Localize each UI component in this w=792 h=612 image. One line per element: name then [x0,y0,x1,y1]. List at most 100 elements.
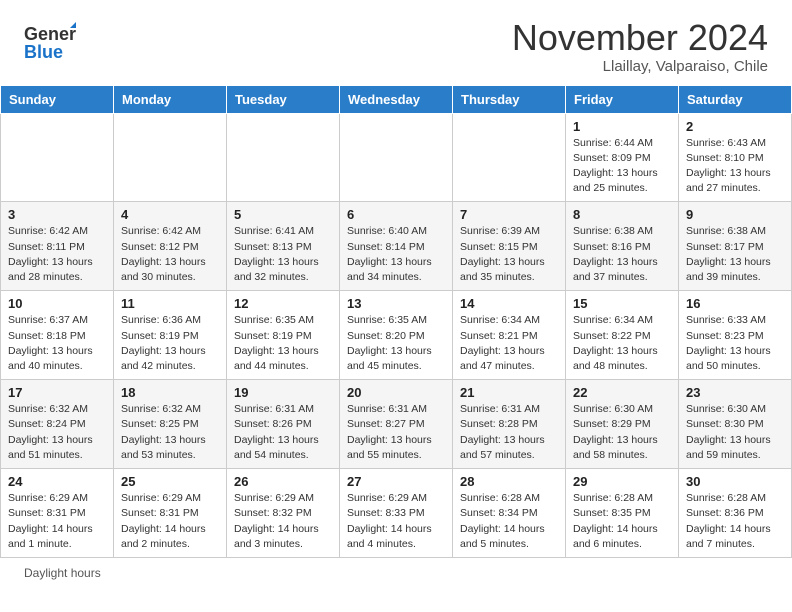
calendar-cell [227,113,340,202]
calendar-week-1: 1 Sunrise: 6:44 AM Sunset: 8:09 PM Daylig… [1,113,792,202]
day-number: 10 [8,296,106,311]
calendar-cell: 15Sunrise: 6:34 AM Sunset: 8:22 PM Dayli… [566,291,679,380]
calendar-cell: 29Sunrise: 6:28 AM Sunset: 8:35 PM Dayli… [566,469,679,558]
calendar-cell: 16Sunrise: 6:33 AM Sunset: 8:23 PM Dayli… [679,291,792,380]
day-number: 20 [347,385,445,400]
calendar-cell: 24 Sunrise: 6:29 AM Sunset: 8:31 PM Dayli… [1,469,114,558]
col-header-sunday: Sunday [1,85,114,113]
day-info: Sunrise: 6:44 AM Sunset: 8:09 PM Dayligh… [573,136,671,197]
calendar-cell: 19Sunrise: 6:31 AM Sunset: 8:26 PM Dayli… [227,380,340,469]
calendar-cell: 22 Sunrise: 6:30 AM Sunset: 8:29 PM Dayli… [566,380,679,469]
col-header-thursday: Thursday [453,85,566,113]
day-info: Sunrise: 6:39 AM Sunset: 8:15 PM Dayligh… [460,224,558,285]
calendar-cell: 11 Sunrise: 6:36 AM Sunset: 8:19 PM Dayli… [114,291,227,380]
day-number: 26 [234,474,332,489]
calendar-cell: 26 Sunrise: 6:29 AM Sunset: 8:32 PM Dayli… [227,469,340,558]
calendar-cell: 7Sunrise: 6:39 AM Sunset: 8:15 PM Daylig… [453,202,566,291]
calendar-cell: 30Sunrise: 6:28 AM Sunset: 8:36 PM Dayli… [679,469,792,558]
header: General Blue November 2024 Llaillay, Val… [0,0,792,85]
calendar-week-2: 3 Sunrise: 6:42 AM Sunset: 8:11 PM Daylig… [1,202,792,291]
calendar-cell: 27 Sunrise: 6:29 AM Sunset: 8:33 PM Dayli… [340,469,453,558]
day-info: Sunrise: 6:31 AM Sunset: 8:27 PM Dayligh… [347,402,445,463]
day-info: Sunrise: 6:32 AM Sunset: 8:25 PM Dayligh… [121,402,219,463]
day-info: Sunrise: 6:41 AM Sunset: 8:13 PM Dayligh… [234,224,332,285]
day-number: 28 [460,474,558,489]
day-number: 11 [121,296,219,311]
calendar-cell: 28 Sunrise: 6:28 AM Sunset: 8:34 PM Dayli… [453,469,566,558]
day-number: 4 [121,207,219,222]
day-info: Sunrise: 6:30 AM Sunset: 8:29 PM Dayligh… [573,402,671,463]
calendar-week-4: 17 Sunrise: 6:32 AM Sunset: 8:24 PM Dayli… [1,380,792,469]
calendar-week-3: 10 Sunrise: 6:37 AM Sunset: 8:18 PM Dayli… [1,291,792,380]
day-info: Sunrise: 6:34 AM Sunset: 8:22 PM Dayligh… [573,313,671,374]
day-info: Sunrise: 6:38 AM Sunset: 8:16 PM Dayligh… [573,224,671,285]
day-info: Sunrise: 6:32 AM Sunset: 8:24 PM Dayligh… [8,402,106,463]
calendar-cell: 4 Sunrise: 6:42 AM Sunset: 8:12 PM Daylig… [114,202,227,291]
day-number: 14 [460,296,558,311]
day-number: 25 [121,474,219,489]
footer: Daylight hours [0,558,792,588]
calendar-cell: 2 Sunrise: 6:43 AM Sunset: 8:10 PM Daylig… [679,113,792,202]
day-number: 17 [8,385,106,400]
day-info: Sunrise: 6:29 AM Sunset: 8:31 PM Dayligh… [8,491,106,552]
calendar-header-row: SundayMondayTuesdayWednesdayThursdayFrid… [1,85,792,113]
daylight-label: Daylight hours [24,566,101,580]
day-info: Sunrise: 6:35 AM Sunset: 8:20 PM Dayligh… [347,313,445,374]
calendar-cell: 25 Sunrise: 6:29 AM Sunset: 8:31 PM Dayli… [114,469,227,558]
calendar-cell: 5Sunrise: 6:41 AM Sunset: 8:13 PM Daylig… [227,202,340,291]
month-title: November 2024 [512,18,768,58]
day-info: Sunrise: 6:34 AM Sunset: 8:21 PM Dayligh… [460,313,558,374]
calendar-cell: 8 Sunrise: 6:38 AM Sunset: 8:16 PM Daylig… [566,202,679,291]
day-number: 2 [686,119,784,134]
day-number: 3 [8,207,106,222]
day-number: 1 [573,119,671,134]
svg-text:General: General [24,24,76,44]
day-info: Sunrise: 6:30 AM Sunset: 8:30 PM Dayligh… [686,402,784,463]
day-info: Sunrise: 6:36 AM Sunset: 8:19 PM Dayligh… [121,313,219,374]
calendar-cell [1,113,114,202]
calendar-cell: 21Sunrise: 6:31 AM Sunset: 8:28 PM Dayli… [453,380,566,469]
day-info: Sunrise: 6:31 AM Sunset: 8:28 PM Dayligh… [460,402,558,463]
day-number: 23 [686,385,784,400]
col-header-saturday: Saturday [679,85,792,113]
logo-icon: General Blue [24,18,76,62]
day-info: Sunrise: 6:28 AM Sunset: 8:34 PM Dayligh… [460,491,558,552]
day-number: 19 [234,385,332,400]
day-info: Sunrise: 6:33 AM Sunset: 8:23 PM Dayligh… [686,313,784,374]
day-number: 27 [347,474,445,489]
calendar-cell: 20 Sunrise: 6:31 AM Sunset: 8:27 PM Dayli… [340,380,453,469]
col-header-friday: Friday [566,85,679,113]
calendar-cell: 23 Sunrise: 6:30 AM Sunset: 8:30 PM Dayli… [679,380,792,469]
day-info: Sunrise: 6:42 AM Sunset: 8:11 PM Dayligh… [8,224,106,285]
calendar-cell [453,113,566,202]
day-number: 30 [686,474,784,489]
title-area: November 2024 Llaillay, Valparaiso, Chil… [512,18,768,75]
calendar-cell: 1 Sunrise: 6:44 AM Sunset: 8:09 PM Daylig… [566,113,679,202]
day-info: Sunrise: 6:28 AM Sunset: 8:35 PM Dayligh… [573,491,671,552]
calendar-cell: 13 Sunrise: 6:35 AM Sunset: 8:20 PM Dayli… [340,291,453,380]
svg-text:Blue: Blue [24,42,63,62]
calendar-cell: 3 Sunrise: 6:42 AM Sunset: 8:11 PM Daylig… [1,202,114,291]
col-header-tuesday: Tuesday [227,85,340,113]
calendar-cell [340,113,453,202]
day-info: Sunrise: 6:37 AM Sunset: 8:18 PM Dayligh… [8,313,106,374]
calendar-cell: 6Sunrise: 6:40 AM Sunset: 8:14 PM Daylig… [340,202,453,291]
calendar-cell [114,113,227,202]
calendar-cell: 9Sunrise: 6:38 AM Sunset: 8:17 PM Daylig… [679,202,792,291]
day-info: Sunrise: 6:29 AM Sunset: 8:31 PM Dayligh… [121,491,219,552]
col-header-monday: Monday [114,85,227,113]
col-header-wednesday: Wednesday [340,85,453,113]
day-number: 22 [573,385,671,400]
day-number: 8 [573,207,671,222]
day-number: 24 [8,474,106,489]
day-info: Sunrise: 6:29 AM Sunset: 8:32 PM Dayligh… [234,491,332,552]
day-info: Sunrise: 6:43 AM Sunset: 8:10 PM Dayligh… [686,136,784,197]
day-number: 12 [234,296,332,311]
day-info: Sunrise: 6:29 AM Sunset: 8:33 PM Dayligh… [347,491,445,552]
location: Llaillay, Valparaiso, Chile [512,58,768,75]
day-info: Sunrise: 6:38 AM Sunset: 8:17 PM Dayligh… [686,224,784,285]
day-info: Sunrise: 6:40 AM Sunset: 8:14 PM Dayligh… [347,224,445,285]
day-number: 13 [347,296,445,311]
calendar-cell: 17 Sunrise: 6:32 AM Sunset: 8:24 PM Dayli… [1,380,114,469]
day-info: Sunrise: 6:42 AM Sunset: 8:12 PM Dayligh… [121,224,219,285]
